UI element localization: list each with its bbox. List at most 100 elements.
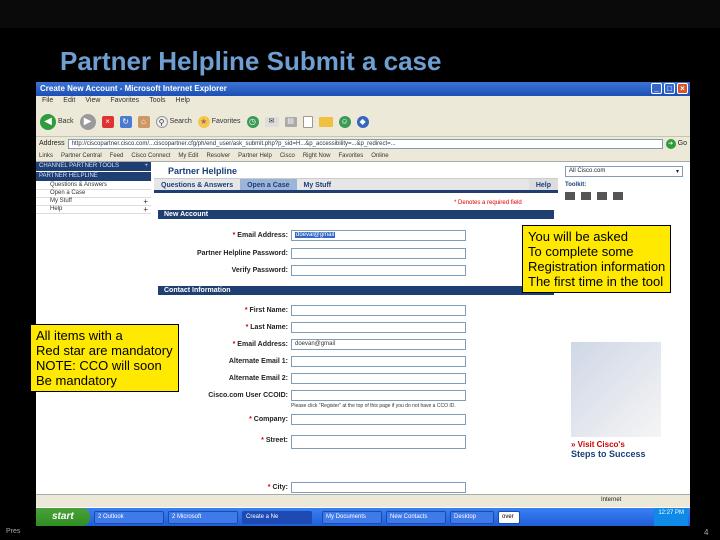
link-item[interactable]: Feed [110, 153, 124, 159]
favorites-button[interactable]: ★ Favorites [197, 115, 241, 128]
system-tray: 12:27 PM [654, 508, 688, 526]
forward-button[interactable]: ▶ [79, 113, 96, 130]
tab-open-case[interactable]: Open a Case [240, 179, 297, 190]
stop-button[interactable]: × [101, 115, 114, 128]
taskbar-item[interactable]: New Contacts [386, 510, 446, 524]
taskbar-item[interactable]: My Documents [322, 510, 382, 524]
nav-item-help[interactable]: Help + [36, 205, 151, 214]
menu-tools[interactable]: Tools [149, 97, 165, 106]
tab-questions-answers[interactable]: Questions & Answers [154, 179, 240, 190]
go-button[interactable]: ➔ Go [665, 138, 687, 149]
contact-section: Contact Information [154, 286, 558, 295]
ccoid-label: Cisco.com User CCOID: [208, 392, 288, 399]
mail-button[interactable]: ✉ [264, 116, 279, 127]
messenger-button[interactable]: ☺ [338, 115, 351, 128]
windows-taskbar: start 2 Outlook 2 Microsoft Create a Ne … [36, 508, 690, 526]
tab-help[interactable]: Help [528, 179, 558, 190]
alt-email1-field[interactable] [291, 356, 466, 367]
maximize-button[interactable]: □ [664, 83, 675, 94]
nav-section-partner-helpline[interactable]: PARTNER HELPLINE [36, 172, 151, 182]
home-button[interactable]: ⌂ [137, 115, 150, 128]
messenger-icon: ☺ [338, 115, 351, 128]
browser-screenshot: Create New Account - Microsoft Internet … [36, 82, 690, 526]
zone-status: Internet [601, 497, 622, 503]
taskbar-item[interactable]: Create a Ne [242, 510, 312, 524]
new-account-heading: New Account [158, 210, 554, 219]
email-field[interactable]: doeval@gmail [291, 230, 466, 241]
city-field[interactable] [291, 482, 466, 493]
print-button[interactable]: ▤ [284, 116, 297, 127]
link-item[interactable]: Partner Central [61, 153, 102, 159]
link-item[interactable]: Right Now [303, 153, 331, 159]
bookmark-icon[interactable] [597, 192, 607, 200]
menu-edit[interactable]: Edit [63, 97, 75, 106]
print-icon[interactable] [581, 192, 591, 200]
email-icon[interactable] [565, 192, 575, 200]
refresh-icon: ↻ [119, 115, 132, 128]
address-input[interactable]: http://ciscopartner.cisco.com/...ciscopa… [67, 138, 663, 149]
company-field[interactable] [291, 414, 466, 425]
link-item[interactable]: Partner Help [238, 153, 272, 159]
ccoid-field[interactable] [291, 390, 466, 401]
street-field[interactable] [291, 435, 466, 449]
taskbar-text-box[interactable]: over [498, 510, 520, 524]
link-item[interactable]: Favorites [339, 153, 364, 159]
research-button[interactable]: ◆ [356, 115, 369, 128]
refresh-button[interactable]: ↻ [119, 115, 132, 128]
password-field[interactable] [291, 248, 466, 259]
left-nav: CHANNEL PARTNER TOOLS + PARTNER HELPLINE … [36, 162, 151, 238]
start-button[interactable]: start [36, 508, 90, 526]
back-button[interactable]: ◀ Back [40, 113, 74, 130]
company-label: * Company: [249, 416, 288, 423]
go-arrow-icon: ➔ [665, 138, 676, 149]
ladder-image [571, 342, 661, 437]
taskbar-item[interactable]: Desktop [450, 510, 494, 524]
password-label: Partner Helpline Password: [196, 250, 288, 257]
link-item[interactable]: Cisco [280, 153, 295, 159]
ad-line1: » Visit Cisco's [571, 440, 625, 449]
last-name-field[interactable] [291, 322, 466, 333]
expand-plus-icon[interactable]: + [143, 205, 148, 214]
first-name-label: * First Name: [244, 307, 288, 314]
save-icon[interactable] [613, 192, 623, 200]
browser-toolbar: ◀ Back ▶ × ↻ ⌂ ⚲ Search ★ Favorites ◷ ✉ ▤ ☺… [36, 107, 690, 137]
history-button[interactable]: ◷ [246, 115, 259, 128]
verify-password-label: Verify Password: [231, 267, 288, 274]
first-name-field[interactable] [291, 305, 466, 316]
taskbar-item[interactable]: 2 Microsoft [168, 510, 238, 524]
page-number: 4 [704, 528, 709, 537]
nav-item-my-stuff[interactable]: My Stuff + [36, 197, 151, 206]
link-item[interactable]: Cisco Connect [131, 153, 170, 159]
expand-plus-icon[interactable]: + [144, 163, 148, 169]
alt-email2-field[interactable] [291, 373, 466, 384]
link-item[interactable]: My Edit [178, 153, 198, 159]
search-icon: ⚲ [155, 115, 168, 128]
menu-favorites[interactable]: Favorites [110, 97, 139, 106]
menu-help[interactable]: Help [176, 97, 190, 106]
taskbar-item[interactable]: 2 Outlook [94, 510, 164, 524]
minimize-button[interactable]: _ [651, 83, 662, 94]
close-button[interactable]: × [677, 83, 688, 94]
menu-view[interactable]: View [85, 97, 100, 106]
research-icon: ◆ [356, 115, 369, 128]
tab-my-stuff[interactable]: My Stuff [297, 179, 339, 190]
nav-item-questions-answers[interactable]: Questions & Answers [36, 182, 151, 190]
address-label: Address [39, 140, 65, 147]
callout-line: Be mandatory [36, 373, 117, 388]
nav-section-channel-partner-tools[interactable]: CHANNEL PARTNER TOOLS + [36, 162, 151, 172]
contact-email-field[interactable]: doevan@gmail [291, 339, 466, 350]
link-item[interactable]: Online [371, 153, 388, 159]
link-item[interactable]: Resolver [206, 153, 230, 159]
steps-to-success-ad[interactable]: » Visit Cisco's Steps to Success [571, 440, 686, 459]
registration-callout: You will be asked To complete some Regis… [522, 225, 672, 293]
search-button[interactable]: ⚲ Search [155, 115, 192, 128]
folder-button[interactable] [318, 116, 333, 127]
slide-top-band [0, 0, 720, 28]
toolkit-label: Toolkit: [565, 182, 587, 188]
search-scope-select[interactable]: All Cisco.com ▾ [565, 166, 683, 177]
nav-item-open-case[interactable]: Open a Case [36, 190, 151, 198]
edit-button[interactable] [302, 115, 313, 128]
verify-password-field[interactable] [291, 265, 466, 276]
callout-line: Red star are mandatory [36, 343, 173, 358]
menu-file[interactable]: File [42, 97, 53, 106]
